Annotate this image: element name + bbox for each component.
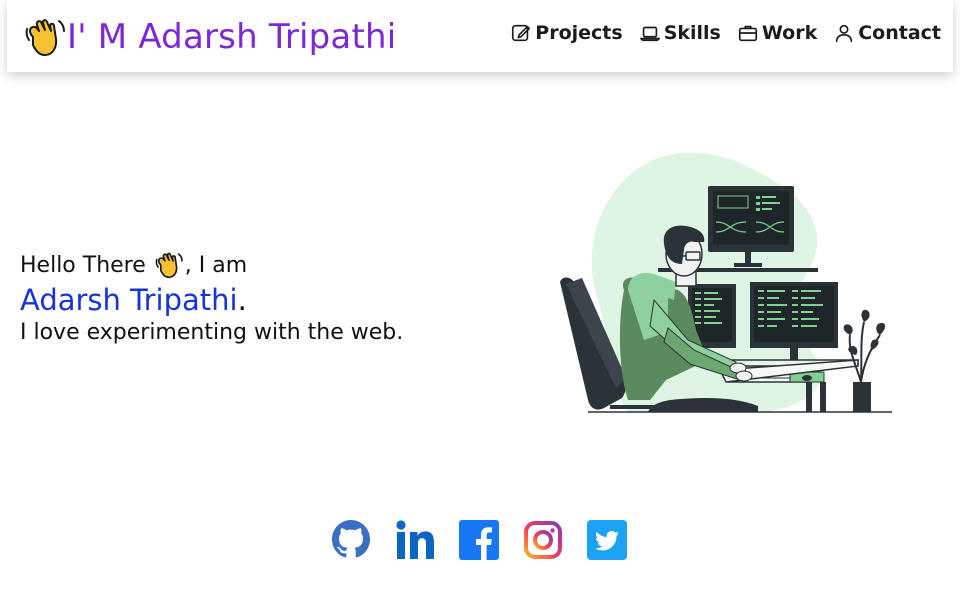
greeting-line: Hello There , I am: [20, 248, 403, 282]
github-link[interactable]: [331, 519, 371, 561]
greeting-suffix: , I am: [184, 252, 248, 278]
nav-label-contact: Contact: [858, 22, 941, 44]
hero-name: Adarsh Tripathi.: [20, 282, 403, 318]
brand-link[interactable]: I' M Adarsh Tripathi: [23, 14, 396, 60]
site-header: I' M Adarsh Tripathi Projects Skills Wor…: [7, 0, 953, 72]
edit-icon: [512, 24, 531, 42]
nav-item-skills[interactable]: Skills: [639, 22, 721, 44]
nav-item-contact[interactable]: Contact: [833, 22, 941, 44]
facebook-icon: [459, 520, 499, 560]
developer-illustration: [560, 152, 892, 413]
hero-name-text: Adarsh Tripathi: [20, 283, 238, 317]
greeting-text: Hello There: [20, 252, 146, 278]
linkedin-link[interactable]: [395, 519, 435, 561]
nav-item-projects[interactable]: Projects: [510, 22, 623, 44]
briefcase-icon: [738, 25, 757, 42]
instagram-icon: [524, 521, 562, 559]
linkedin-icon: [396, 520, 434, 559]
waving-hand-icon: [25, 19, 65, 56]
twitter-link[interactable]: [587, 519, 627, 561]
nav-label-skills: Skills: [663, 22, 721, 44]
hero-intro: Hello There , I am Adarsh Tripathi. I lo…: [20, 248, 403, 348]
hero-name-period: .: [237, 283, 247, 317]
waving-hand-icon: [155, 252, 183, 279]
social-links: [331, 519, 627, 561]
brand-title: I' M Adarsh Tripathi: [67, 17, 397, 57]
laptop-icon: [639, 26, 660, 42]
user-icon: [836, 24, 853, 43]
hero-tagline: I love experimenting with the web.: [20, 320, 404, 345]
nav-item-work[interactable]: Work: [737, 22, 817, 44]
facebook-link[interactable]: [459, 519, 499, 561]
twitter-icon: [587, 520, 627, 560]
nav-label-work: Work: [761, 22, 818, 44]
github-icon: [332, 520, 370, 558]
main-nav: Projects Skills Work Contact: [510, 22, 941, 44]
instagram-link[interactable]: [523, 519, 563, 561]
nav-label-projects: Projects: [535, 22, 623, 44]
